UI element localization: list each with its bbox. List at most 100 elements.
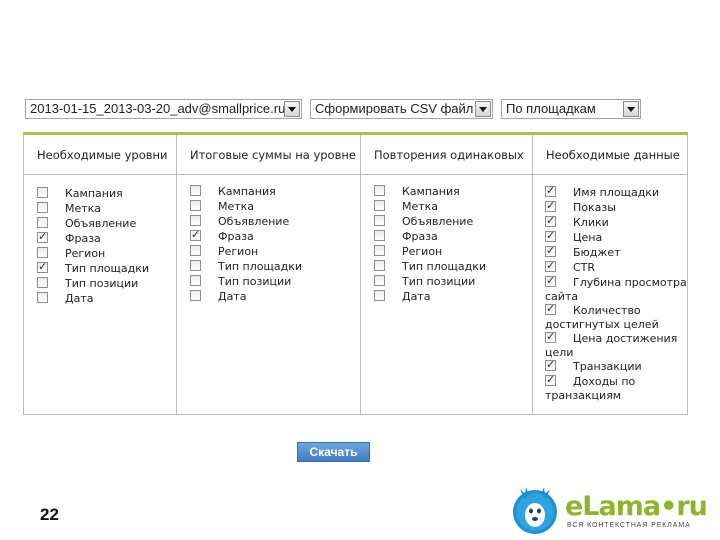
checkbox-unchecked[interactable] bbox=[37, 217, 48, 228]
checkbox-label: Объявление bbox=[402, 215, 474, 228]
checkbox-unchecked[interactable] bbox=[374, 200, 385, 211]
checkbox-item[interactable]: Тип площадки bbox=[374, 260, 528, 275]
checkbox-unchecked[interactable] bbox=[374, 215, 385, 226]
chevron-down-icon[interactable] bbox=[284, 101, 300, 117]
checkbox-item[interactable]: Тип позиции bbox=[37, 277, 172, 292]
checkbox-label: Дата bbox=[65, 292, 94, 305]
checkbox-unchecked[interactable] bbox=[374, 230, 385, 241]
checkbox-item[interactable]: Кампания bbox=[190, 185, 356, 200]
checkbox-checked[interactable] bbox=[545, 244, 556, 258]
checkbox-list: Кампания Метка Объявление Фраза Регион Тип пл… bbox=[37, 187, 172, 307]
column-repeats: Повторения одинаковых Кампания Метка Объяв… bbox=[361, 135, 533, 414]
download-button[interactable]: Скачать bbox=[297, 442, 370, 462]
checkbox-unchecked[interactable] bbox=[374, 245, 385, 256]
checkbox-item[interactable]: Тип площадки bbox=[190, 260, 356, 275]
checkbox-label: Фраза bbox=[402, 230, 438, 243]
checkbox-item[interactable]: Транзакции bbox=[545, 358, 683, 375]
checkbox-label: Метка bbox=[65, 202, 102, 215]
file-select[interactable]: 2013-01-15_2013-03-20_adv@smallprice.ru bbox=[25, 99, 302, 119]
checkbox-item[interactable]: Цена достижения цели bbox=[545, 330, 683, 360]
column-header: Итоговые суммы на уровне bbox=[177, 135, 360, 175]
checkbox-label: Кампания bbox=[65, 187, 123, 200]
checkbox-item[interactable]: Показы bbox=[545, 199, 683, 216]
checkbox-item[interactable]: Метка bbox=[37, 202, 172, 217]
checkbox-unchecked[interactable] bbox=[374, 260, 385, 271]
checkbox-checked[interactable] bbox=[545, 229, 556, 243]
checkbox-unchecked[interactable] bbox=[37, 202, 48, 213]
checkbox-item[interactable]: Фраза bbox=[37, 230, 172, 247]
checkbox-checked[interactable] bbox=[545, 184, 556, 198]
checkbox-item[interactable]: Имя площадки bbox=[545, 184, 683, 201]
checkbox-checked[interactable] bbox=[545, 199, 556, 213]
checkbox-label: Тип позиции bbox=[65, 277, 139, 290]
chevron-down-icon[interactable] bbox=[623, 101, 639, 117]
checkbox-item[interactable]: Регион bbox=[190, 245, 356, 260]
checkbox-item[interactable]: Метка bbox=[374, 200, 528, 215]
file-select-value: 2013-01-15_2013-03-20_adv@smallprice.ru bbox=[30, 101, 286, 116]
checkbox-item[interactable]: Количество достигнутых целей bbox=[545, 302, 683, 332]
checkbox-unchecked[interactable] bbox=[37, 187, 48, 198]
checkbox-item[interactable]: Фраза bbox=[190, 228, 356, 245]
checkbox-item[interactable]: Дата bbox=[37, 292, 172, 307]
checkbox-label: Тип позиции bbox=[218, 275, 292, 288]
checkbox-item[interactable]: Глубина просмотра сайта bbox=[545, 274, 687, 304]
checkbox-unchecked[interactable] bbox=[374, 185, 385, 196]
checkbox-item[interactable]: Дата bbox=[190, 290, 356, 305]
checkbox-item[interactable]: Бюджет bbox=[545, 244, 683, 261]
checkbox-item[interactable]: Кампания bbox=[37, 187, 172, 202]
checkbox-item[interactable]: Фраза bbox=[374, 230, 528, 245]
checkbox-label: Кампания bbox=[402, 185, 460, 198]
chevron-down-icon[interactable] bbox=[475, 101, 491, 117]
checkbox-checked[interactable] bbox=[545, 358, 556, 372]
checkbox-label: Количество достигнутых целей bbox=[545, 304, 659, 331]
checkbox-item[interactable]: Регион bbox=[37, 247, 172, 262]
action-select-value: Сформировать CSV файл bbox=[315, 101, 474, 116]
checkbox-item[interactable]: Дата bbox=[374, 290, 528, 305]
checkbox-item[interactable]: Регион bbox=[374, 245, 528, 260]
grouping-select[interactable]: По площадкам bbox=[501, 99, 641, 119]
checkbox-checked[interactable] bbox=[190, 228, 201, 242]
checkbox-label: Фраза bbox=[65, 232, 101, 245]
checkbox-item[interactable]: Тип позиции bbox=[190, 275, 356, 290]
checkbox-unchecked[interactable] bbox=[37, 277, 48, 288]
checkbox-item[interactable]: Цена bbox=[545, 229, 683, 246]
checkbox-item[interactable]: Объявление bbox=[37, 217, 172, 232]
checkbox-unchecked[interactable] bbox=[190, 245, 201, 256]
action-select[interactable]: Сформировать CSV файл bbox=[310, 99, 493, 119]
column-required-data: Необходимые данные Имя площадки Показы Кли… bbox=[533, 135, 687, 414]
checkbox-unchecked[interactable] bbox=[190, 200, 201, 211]
checkbox-checked[interactable] bbox=[545, 259, 556, 273]
checkbox-unchecked[interactable] bbox=[190, 275, 201, 286]
checkbox-unchecked[interactable] bbox=[190, 185, 201, 196]
checkbox-item[interactable]: Объявление bbox=[374, 215, 528, 230]
checkbox-unchecked[interactable] bbox=[37, 247, 48, 258]
checkbox-unchecked[interactable] bbox=[190, 290, 201, 301]
checkbox-item[interactable]: Метка bbox=[190, 200, 356, 215]
checkbox-item[interactable]: Тип площадки bbox=[37, 260, 172, 277]
checkbox-unchecked[interactable] bbox=[190, 260, 201, 271]
checkbox-item[interactable]: Тип позиции bbox=[374, 275, 528, 290]
column-header: Повторения одинаковых bbox=[361, 135, 532, 175]
checkbox-checked[interactable] bbox=[37, 230, 48, 244]
report-options-table: Необходимые уровни Кампания Метка Объявлен… bbox=[23, 132, 688, 415]
checkbox-unchecked[interactable] bbox=[374, 275, 385, 286]
checkbox-label: Объявление bbox=[218, 215, 290, 228]
checkbox-item[interactable]: CTR bbox=[545, 259, 683, 276]
checkbox-unchecked[interactable] bbox=[190, 215, 201, 226]
checkbox-label: Глубина просмотра сайта bbox=[545, 276, 687, 303]
checkbox-item[interactable]: Объявление bbox=[190, 215, 356, 230]
column-totals-level: Итоговые суммы на уровне Кампания Метка Об… bbox=[177, 135, 361, 414]
checkbox-unchecked[interactable] bbox=[37, 292, 48, 303]
brand-tagline: ВСЯ КОНТЕКСТНАЯ РЕКЛАМА bbox=[567, 522, 691, 529]
checkbox-label: Тип площадки bbox=[402, 260, 487, 273]
checkbox-item[interactable]: Кампания bbox=[374, 185, 528, 200]
checkbox-item[interactable]: Клики bbox=[545, 214, 683, 231]
checkbox-checked[interactable] bbox=[545, 214, 556, 228]
checkbox-item[interactable]: Доходы по транзакциям bbox=[545, 373, 683, 403]
checkbox-label: Регион bbox=[65, 247, 106, 260]
checkbox-checked[interactable] bbox=[37, 260, 48, 274]
checkbox-unchecked[interactable] bbox=[374, 290, 385, 301]
page-number: 22 bbox=[40, 505, 59, 524]
checkbox-label: Тип площадки bbox=[218, 260, 303, 273]
checkbox-label: Тип площадки bbox=[65, 262, 150, 275]
